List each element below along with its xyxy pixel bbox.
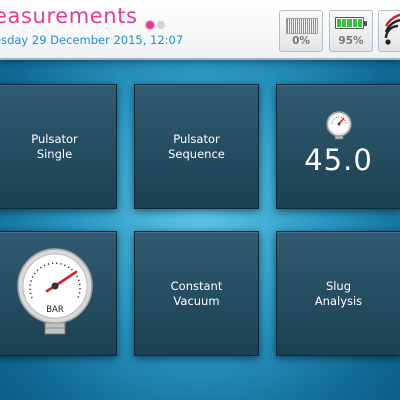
gauge-unit-label: BAR	[46, 305, 64, 315]
page-dot-inactive[interactable]	[157, 21, 165, 29]
pulsator-sequence-label: Pulsator Sequence	[168, 131, 225, 161]
signal-status[interactable]: 0%	[279, 10, 323, 52]
constant-vacuum-tile[interactable]: Constant Vacuum	[134, 231, 259, 356]
wifi-status[interactable]	[378, 10, 400, 52]
signal-meter-icon	[286, 18, 318, 34]
pressure-gauge-icon	[326, 111, 352, 140]
pulsator-single-label: Pulsator Single	[31, 131, 78, 161]
constant-vacuum-label: Constant Vacuum	[170, 278, 223, 308]
pressure-gauge-icon: BAR	[17, 248, 93, 335]
slug-analysis-label: Slug Analysis	[314, 278, 363, 308]
page-indicator	[146, 14, 168, 33]
signal-value: 0%	[292, 35, 310, 47]
page-title: easurements	[0, 4, 138, 28]
wifi-icon	[384, 13, 400, 45]
bar-gauge-tile[interactable]: BAR	[0, 231, 117, 356]
slug-analysis-tile[interactable]: Slug Analysis	[276, 231, 400, 356]
date-time: esday 29 December 2015, 12:07	[0, 33, 184, 47]
pulsator-single-tile[interactable]: Pulsator Single	[0, 84, 117, 209]
header-bar: easurements esday 29 December 2015, 12:0…	[0, 0, 400, 60]
page-dot-active[interactable]	[146, 21, 154, 29]
pressure-reading-value: 45.0	[304, 143, 373, 177]
pressure-reading-tile[interactable]: 45.0	[276, 84, 400, 209]
battery-status[interactable]: 95%	[329, 10, 373, 52]
pulsator-sequence-tile[interactable]: Pulsator Sequence	[134, 84, 259, 209]
battery-icon	[335, 17, 364, 29]
battery-value: 95%	[338, 35, 364, 47]
